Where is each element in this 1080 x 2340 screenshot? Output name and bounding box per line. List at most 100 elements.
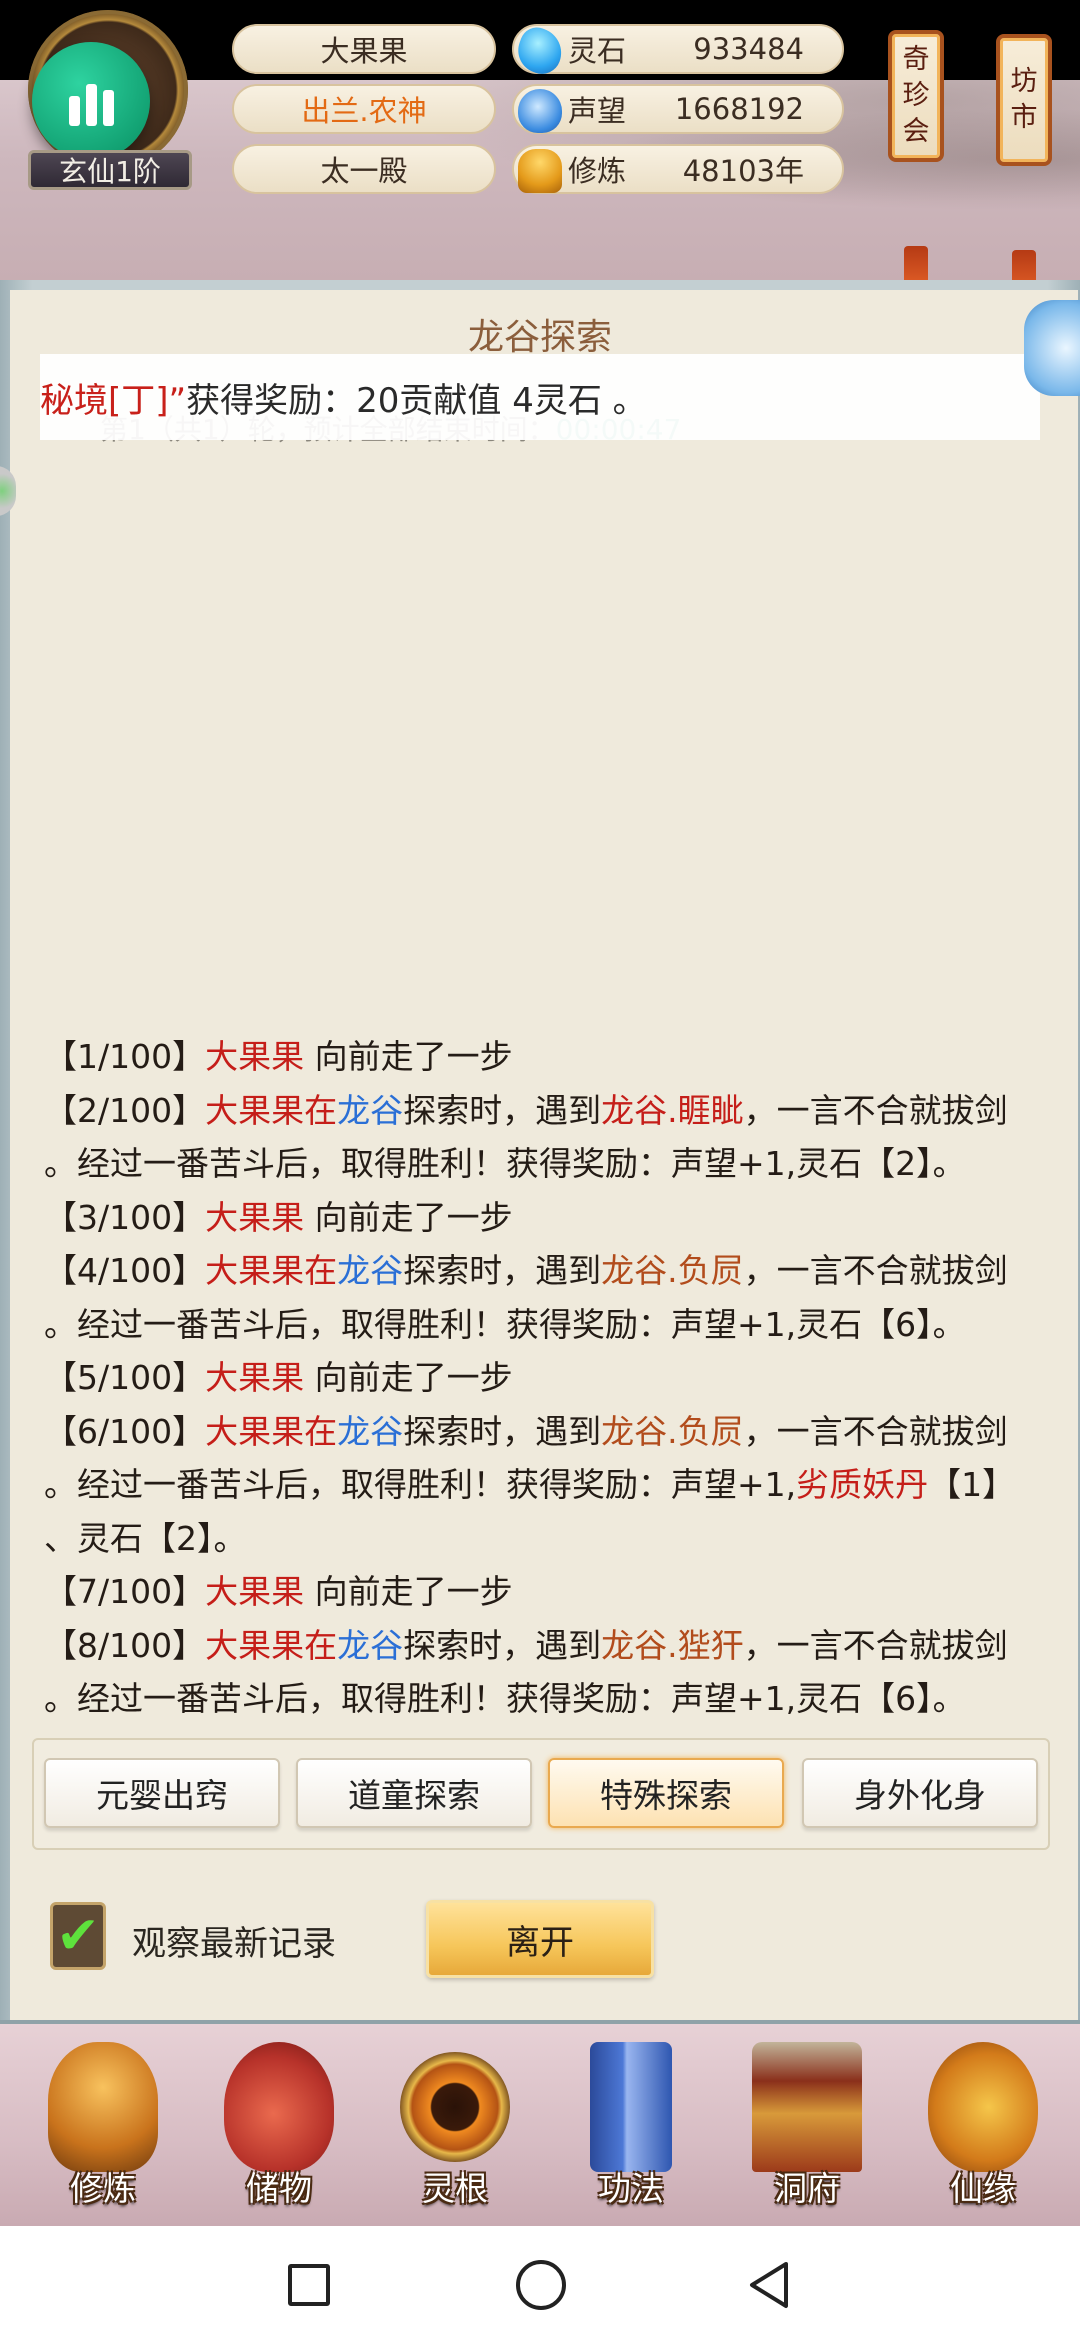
log-line: 。经过一番苦斗后，取得胜利！获得奖励：声望+1,灵石【6】。 — [44, 1672, 1054, 1726]
spirit-root-icon — [400, 2052, 510, 2162]
log-segment: 大果果在 — [205, 1411, 338, 1451]
gourd-icon — [928, 2042, 1038, 2172]
storage-bag-icon — [224, 2042, 334, 2172]
log-segment: 。经过一番苦斗后，取得胜利！获得奖励：声望+1, — [44, 1465, 797, 1504]
sign-char: 奇 — [902, 44, 930, 75]
log-line: 【2/100】大果果在龙谷探索时，遇到龙谷.睚眦，一言不合就拔剑 — [44, 1084, 1054, 1138]
log-segment: 【7/100】 — [44, 1572, 206, 1611]
recent-apps-icon[interactable] — [288, 2264, 330, 2306]
watch-latest-label[interactable]: 观察最新记录 — [132, 1916, 336, 1965]
log-segment: 大果果在 — [205, 1090, 338, 1130]
log-segment: 大果果在 — [205, 1625, 338, 1665]
reward-notification: 秘境[丁]” 获得奖励：20贡献值 4灵石 。 — [40, 354, 1040, 440]
log-segment: 大果果 — [205, 1358, 305, 1397]
log-segment: 龙谷 — [337, 1411, 404, 1451]
resource-reputation: 声望 1668192 — [512, 84, 844, 134]
sign-char: 坊 — [1010, 66, 1038, 97]
log-segment: ，一言不合就拔剑 — [743, 1411, 1008, 1451]
back-icon[interactable] — [746, 2260, 792, 2310]
resource-cultivation: 修炼 48103年 — [512, 144, 844, 194]
nav-skills[interactable]: 功法 — [556, 2032, 706, 2222]
reward-text: 获得奖励：20贡献值 4灵石 。 — [186, 380, 647, 421]
sign-char: 珍 — [902, 80, 930, 111]
exploration-log[interactable]: 【1/100】大果果 向前走了一步 【2/100】大果果在龙谷探索时，遇到龙谷.睚… — [44, 1030, 1054, 1726]
log-segment: 探索时，遇到 — [403, 1090, 602, 1130]
log-line: 【5/100】大果果 向前走了一步 — [44, 1351, 1054, 1405]
resource-label: 声望 — [568, 94, 627, 128]
log-segment: 【8/100】 — [44, 1625, 206, 1665]
log-segment: 大果果在 — [205, 1251, 338, 1290]
nav-label: 洞府 — [774, 2169, 840, 2208]
nav-cave-residence[interactable]: 洞府 — [732, 2032, 882, 2222]
floating-assistant-icon[interactable] — [1024, 300, 1080, 396]
log-segment: 【1】 — [928, 1465, 1016, 1504]
resource-label: 灵石 — [568, 34, 627, 68]
log-segment: 龙谷.狴犴 — [601, 1625, 744, 1665]
log-segment: 龙谷.负屃 — [601, 1251, 744, 1290]
bar-chart-icon — [68, 96, 80, 126]
log-segment: ，一言不合就拔剑 — [743, 1251, 1008, 1290]
treasure-auction-button[interactable]: 奇 珍 会 — [888, 30, 944, 162]
realm-badge: 玄仙1阶 — [28, 150, 192, 190]
skill-book-icon — [590, 2042, 672, 2172]
log-segment: 龙谷 — [337, 1625, 404, 1665]
player-title: 出兰.农神 — [232, 84, 496, 134]
log-line: 【1/100】大果果 向前走了一步 — [44, 1030, 1054, 1084]
nav-label: 仙缘 — [950, 2169, 1016, 2208]
bar-chart-icon-bar — [85, 84, 97, 126]
log-line: 【7/100】大果果 向前走了一步 — [44, 1565, 1054, 1619]
log-segment: 【5/100】 — [44, 1358, 206, 1397]
reward-source: 秘境[丁]” — [40, 380, 187, 421]
nav-label: 储物 — [246, 2169, 312, 2208]
log-segment: 龙谷.睚眦 — [601, 1090, 744, 1130]
stats-chart-button[interactable] — [32, 42, 150, 160]
log-segment: 龙谷.负屃 — [601, 1411, 744, 1451]
nav-spirit-root[interactable]: 灵根 — [380, 2032, 530, 2222]
log-segment: 大果果 — [205, 1572, 305, 1611]
log-segment: 大果果 — [205, 1037, 305, 1076]
watch-latest-checkbox[interactable]: ✔ — [50, 1902, 106, 1970]
nav-label: 灵根 — [422, 2169, 488, 2208]
resource-spirit-stone: 灵石 933484 — [511, 22, 844, 80]
sign-char: 市 — [1010, 102, 1038, 133]
bar-chart-icon-bar — [102, 90, 114, 126]
log-line: 。经过一番苦斗后，取得胜利！获得奖励：声望+1,灵石【2】。 — [44, 1137, 1054, 1191]
tab-shenwai-huashen[interactable]: 身外化身 — [802, 1758, 1038, 1828]
cultivation-icon — [518, 149, 562, 193]
log-segment: 。经过一番苦斗后，取得胜利！获得奖励：声望+1,灵石【6】。 — [44, 1679, 966, 1718]
meditating-monk-icon — [48, 2042, 158, 2172]
log-segment: 向前走了一步 — [304, 1358, 513, 1397]
player-name: 大果果 — [232, 24, 496, 74]
log-segment: 【6/100】 — [44, 1411, 206, 1451]
home-icon[interactable] — [516, 2260, 566, 2310]
leave-button[interactable]: 离开 — [426, 1900, 654, 1978]
log-segment: 。经过一番苦斗后，取得胜利！获得奖励：声望+1,灵石【2】。 — [44, 1144, 966, 1183]
tab-yuanying-chuqiao[interactable]: 元婴出窍 — [44, 1758, 280, 1828]
resource-label: 修炼 — [568, 154, 627, 188]
nav-storage[interactable]: 储物 — [204, 2032, 354, 2222]
log-segment: ，一言不合就拔剑 — [743, 1090, 1008, 1130]
cave-residence-icon — [752, 2042, 862, 2172]
nav-fate[interactable]: 仙缘 — [908, 2032, 1058, 2222]
log-segment: 向前走了一步 — [304, 1572, 513, 1611]
tab-teshu-tansuo[interactable]: 特殊探索 — [548, 1758, 784, 1828]
log-segment: 龙谷 — [337, 1090, 404, 1130]
log-segment: 【3/100】 — [44, 1197, 206, 1237]
log-segment: ，一言不合就拔剑 — [743, 1625, 1008, 1665]
market-button[interactable]: 坊 市 — [996, 34, 1052, 166]
resource-value: 933484 — [693, 32, 804, 66]
log-segment: 【1/100】 — [44, 1037, 206, 1076]
resource-value: 1668192 — [674, 92, 804, 126]
nav-cultivation[interactable]: 修炼 — [28, 2032, 178, 2222]
log-line: 。经过一番苦斗后，取得胜利！获得奖励：声望+1,灵石【6】。 — [44, 1298, 1054, 1352]
log-line: 【4/100】大果果在龙谷探索时，遇到龙谷.负屃，一言不合就拔剑 — [44, 1244, 1054, 1298]
tab-daotong-tansuo[interactable]: 道童探索 — [296, 1758, 532, 1828]
log-segment: 向前走了一步 — [304, 1037, 513, 1076]
log-segment: 龙谷 — [337, 1251, 404, 1290]
reputation-icon — [518, 89, 562, 133]
log-segment: 。经过一番苦斗后，取得胜利！获得奖励：声望+1,灵石【6】。 — [44, 1304, 966, 1344]
log-segment: 、灵石【2】。 — [44, 1518, 247, 1558]
log-segment: 【4/100】 — [44, 1251, 206, 1290]
nav-label: 修炼 — [70, 2169, 136, 2208]
log-segment: 劣质妖丹 — [796, 1465, 929, 1504]
